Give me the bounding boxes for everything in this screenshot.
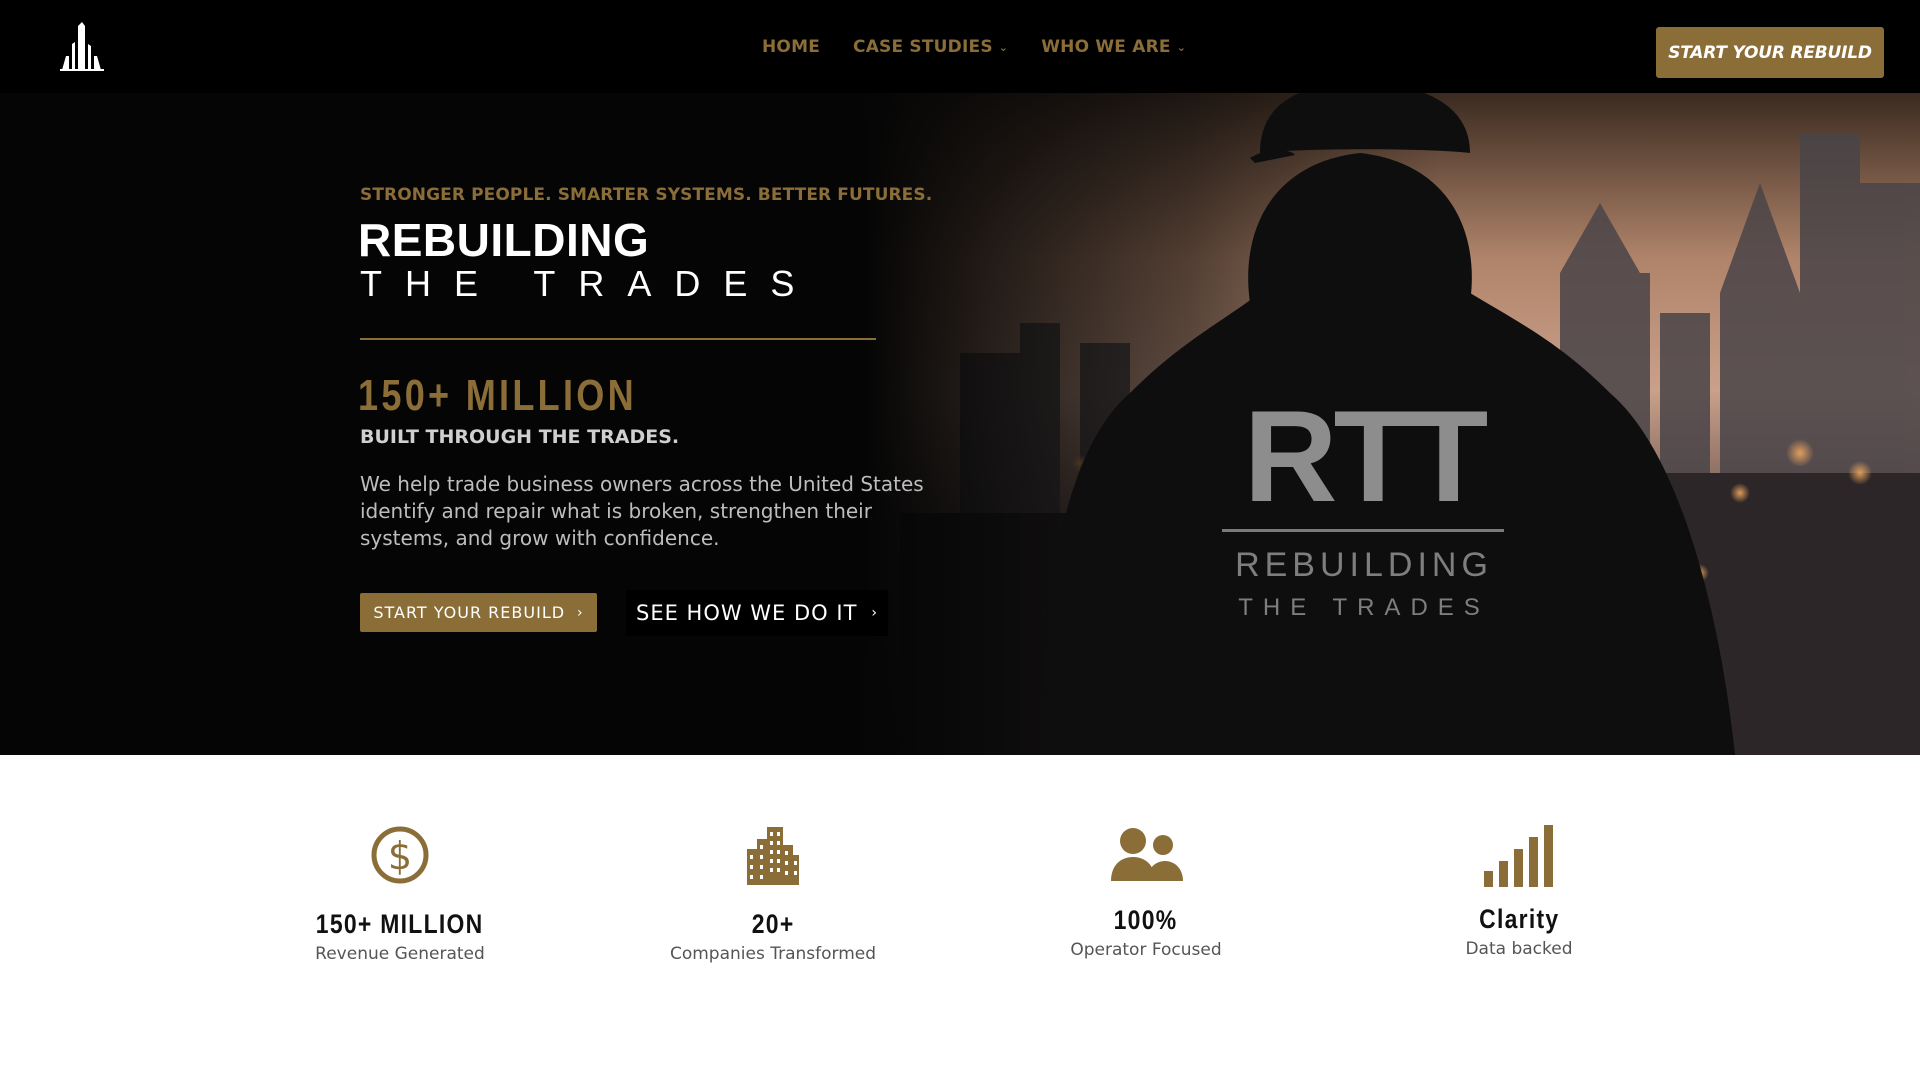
nav-case-studies-label: CASE STUDIES <box>853 36 993 57</box>
bar-chart-icon <box>1484 825 1553 887</box>
hero-start-rebuild-button[interactable]: START YOUR REBUILD › <box>360 593 597 632</box>
hero-city-photo: RTT REBUILDING THE TRADES <box>0 93 1920 755</box>
chevron-down-icon: ⌄ <box>1176 41 1187 54</box>
main-nav: HOME CASE STUDIES ⌄ WHO WE ARE ⌄ <box>762 0 1219 93</box>
hoodie-line-1: REBUILDING <box>1235 546 1493 584</box>
stat-card-companies: 20+ Companies Transformed <box>623 825 923 964</box>
hero-description: We help trade business owners across the… <box>360 472 924 550</box>
stat-value: 100% <box>1114 905 1178 935</box>
svg-text:$: $ <box>388 834 412 878</box>
buildings-icon <box>747 827 799 885</box>
stat-label: Companies Transformed <box>669 944 877 964</box>
hero-stat: 150+ MILLION <box>358 371 637 420</box>
nav-case-studies[interactable]: CASE STUDIES ⌄ <box>853 37 1008 57</box>
stat-value: 150+ MILLION <box>316 909 484 939</box>
chevron-right-icon: › <box>577 604 584 621</box>
chevron-down-icon: ⌄ <box>998 41 1009 54</box>
people-icon <box>1111 828 1183 881</box>
stat-label: Revenue Generated <box>315 944 485 964</box>
site-header: HOME CASE STUDIES ⌄ WHO WE ARE ⌄ START Y… <box>0 0 1920 93</box>
nav-home[interactable]: HOME <box>762 37 820 57</box>
nav-home-label: HOME <box>762 36 821 57</box>
hero-secondary-label: SEE HOW WE DO IT <box>635 601 858 625</box>
stat-label: Operator Focused <box>1070 940 1222 960</box>
header-start-rebuild-button[interactable]: START YOUR REBUILD <box>1656 27 1884 78</box>
hoodie-line-2: THE TRADES <box>1238 594 1490 621</box>
nav-who-we-are-label: WHO WE ARE <box>1041 36 1171 57</box>
skyline-logo-icon[interactable] <box>58 20 106 72</box>
stat-label: Data backed <box>1465 939 1573 959</box>
nav-who-we-are[interactable]: WHO WE ARE ⌄ <box>1041 37 1186 57</box>
hero-section: RTT REBUILDING THE TRADES STRONGER PEOPL… <box>0 93 1920 755</box>
hero-divider <box>360 338 876 340</box>
hero-title-line-1: REBUILDING <box>358 214 650 266</box>
stat-value: 20+ <box>751 909 795 939</box>
hero-eyebrow: STRONGER PEOPLE. SMARTER SYSTEMS. BETTER… <box>360 185 933 205</box>
see-how-we-do-it-button[interactable]: SEE HOW WE DO IT › <box>626 590 888 636</box>
stats-section: $ 150+ MILLION Revenue Generated 20+ Com… <box>0 755 1920 1080</box>
chevron-right-icon: › <box>871 605 878 621</box>
stat-value: Clarity <box>1478 904 1560 934</box>
stat-card-revenue: $ 150+ MILLION Revenue Generated <box>250 825 550 964</box>
stat-card-operator: 100% Operator Focused <box>996 825 1296 960</box>
stat-card-clarity: Clarity Data backed <box>1369 825 1669 959</box>
hero-primary-label: START YOUR REBUILD <box>373 603 566 622</box>
hero-stat-subtitle: BUILT THROUGH THE TRADES. <box>360 426 680 448</box>
dollar-coin-icon: $ <box>371 826 429 884</box>
hoodie-logo: RTT <box>1244 383 1488 529</box>
hero-title-line-2: THE TRADES <box>360 263 818 304</box>
header-cta-label: START YOUR REBUILD <box>1668 42 1872 63</box>
